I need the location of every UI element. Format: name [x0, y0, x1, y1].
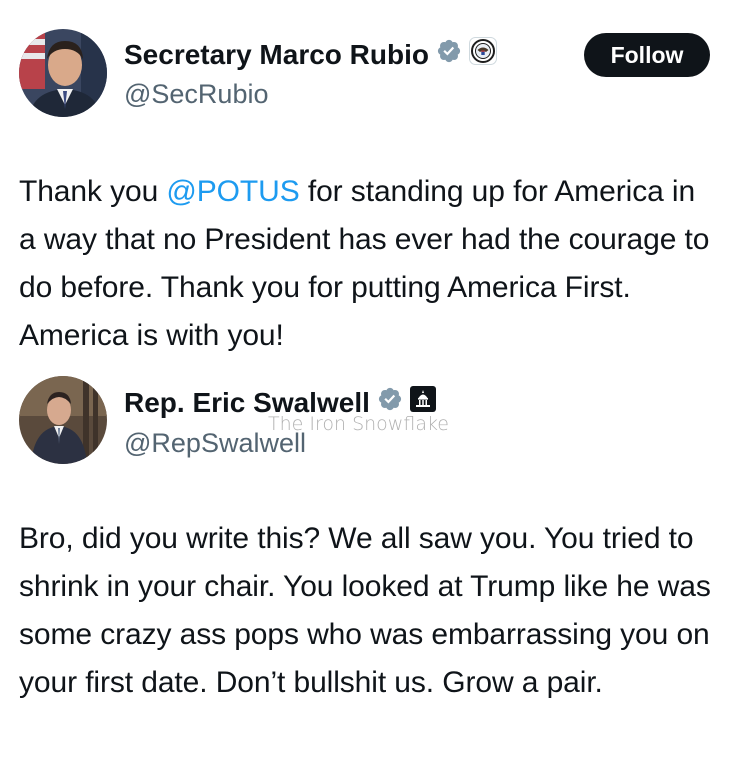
post-view: Secretary Marco Rubio @SecRubio Follow T…	[0, 0, 744, 766]
post-text: Thank you @POTUS for standing up for Ame…	[19, 168, 719, 360]
author-name-row[interactable]: Secretary Marco Rubio	[124, 37, 497, 73]
quoted-author-avatar[interactable]	[19, 376, 107, 464]
mention-link[interactable]: @POTUS	[166, 175, 299, 208]
author-handle[interactable]: @SecRubio	[124, 78, 268, 110]
quoted-post-text: Bro, did you write this? We all saw you.…	[19, 522, 711, 699]
follow-button[interactable]: Follow	[584, 33, 710, 77]
author-avatar[interactable]	[19, 29, 107, 117]
state-department-seal-icon	[469, 37, 497, 73]
verified-badge-icon	[436, 38, 462, 72]
author-name[interactable]: Secretary Marco Rubio	[124, 38, 429, 72]
post-text-start: Thank you	[19, 175, 167, 208]
watermark: The Iron Snowflake	[268, 413, 449, 435]
